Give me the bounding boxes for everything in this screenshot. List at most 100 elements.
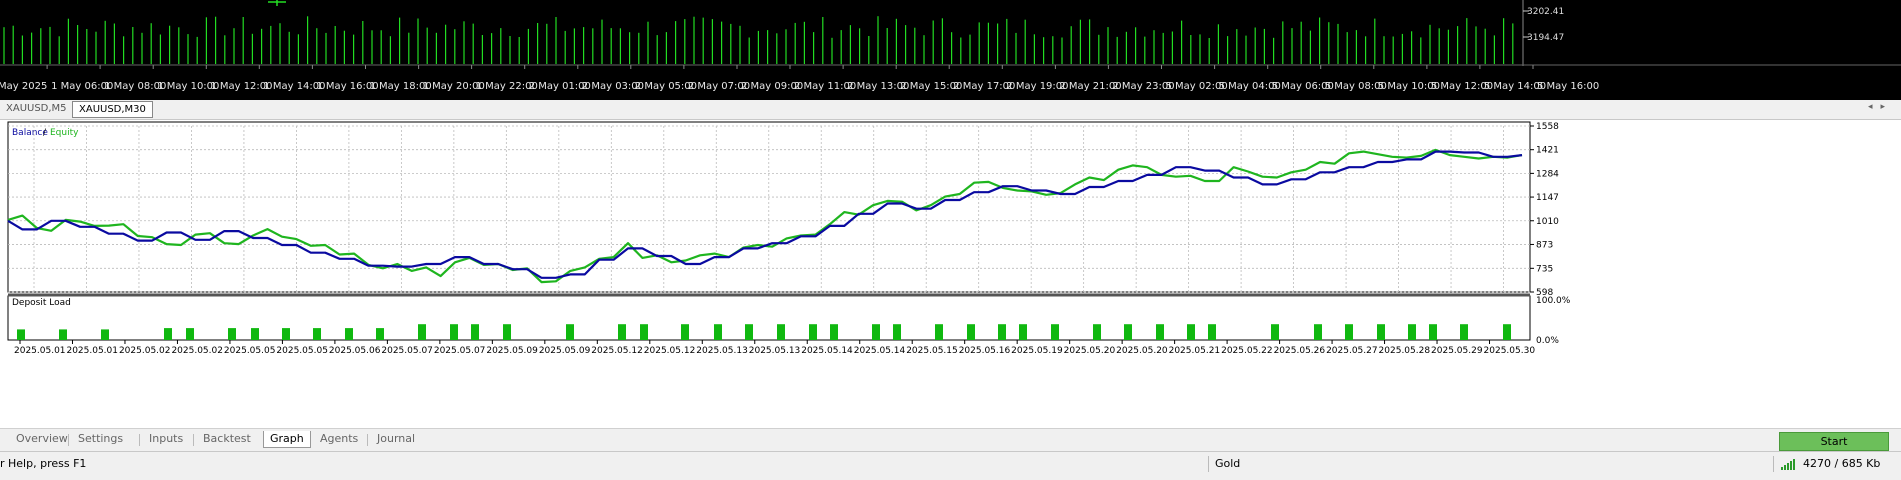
price-label: 3202.41 (1527, 7, 1564, 17)
status-divider (1208, 456, 1209, 472)
tab-backtest[interactable]: Backtest (197, 431, 257, 447)
tab-divider (193, 434, 194, 446)
deposit-load-label: Deposit Load (12, 298, 71, 308)
deposit-load-bar (1187, 324, 1195, 340)
price-chart-canvas: 3202.413194.47May 2025 1 May 06:001 May 0… (0, 0, 1901, 92)
date-label: 2025.05.26 (1274, 346, 1326, 356)
deposit-load-bar (1408, 324, 1416, 340)
date-label: 2025.05.09 (486, 346, 538, 356)
tab-divider (139, 434, 140, 446)
deposit-load-bar (1503, 324, 1511, 340)
deposit-load-bar (503, 324, 511, 340)
deposit-load-bar (101, 329, 109, 340)
status-symbol: Gold (1215, 457, 1241, 470)
deposit-load-bar (1460, 324, 1468, 340)
tab-divider (367, 434, 368, 446)
deposit-load-bar (1314, 324, 1322, 340)
deposit-load-bar (1051, 324, 1059, 340)
price-label: 3194.47 (1527, 33, 1564, 43)
legend-equity: Equity (50, 128, 79, 138)
y-tick-label: 1147 (1536, 193, 1559, 203)
date-label: 2025.05.20 (1064, 346, 1116, 356)
deposit-load-bar (967, 324, 975, 340)
y-tick-label: 1558 (1536, 122, 1559, 132)
deposit-load-bar (893, 324, 901, 340)
deposit-load-bar (935, 324, 943, 340)
y-tick-label: 735 (1536, 264, 1553, 274)
date-label: 2025.05.12 (591, 346, 643, 356)
deposit-load-bar (1377, 324, 1385, 340)
deposit-load-bar (1156, 324, 1164, 340)
date-label: 2025.05.15 (906, 346, 958, 356)
deposit-load-bar (17, 329, 25, 340)
deposit-load-bar (1093, 324, 1101, 340)
date-label: 2025.05.21 (1169, 346, 1221, 356)
deposit-load-bar (376, 328, 384, 340)
date-label: 2025.05.07 (434, 346, 486, 356)
status-help-text: r Help, press F1 (0, 457, 87, 470)
date-label: 2025.05.13 (696, 346, 748, 356)
deposit-load-bar (1019, 324, 1027, 340)
deposit-load-bar (830, 324, 838, 340)
y-tick-label: 1421 (1536, 146, 1559, 156)
status-bar: r Help, press F1 Gold 4270 / 685 Kb (0, 451, 1901, 480)
deposit-load-bar (186, 328, 194, 340)
price-chart-panel[interactable]: 3202.41 3194.47 May 2025 1 May 06:00 1 May 0… (0, 0, 1901, 100)
date-label: 2025.05.05 (224, 346, 276, 356)
tab-graph[interactable]: Graph (263, 431, 311, 448)
tab-inputs[interactable]: Inputs (143, 431, 189, 447)
date-label: 2025.05.29 (1431, 346, 1483, 356)
date-label: 2025.05.02 (171, 346, 223, 356)
deposit-load-bar (251, 328, 259, 340)
date-label: 2025.05.13 (749, 346, 801, 356)
deposit-load-bar (228, 328, 236, 340)
deposit-load-bar (1429, 324, 1437, 340)
date-label: 2025.05.01 (14, 346, 66, 356)
date-label: 2025.05.14 (854, 346, 906, 356)
date-label: 2025.05.16 (959, 346, 1011, 356)
tab-agents[interactable]: Agents (314, 431, 364, 447)
deposit-load-bar (418, 324, 426, 340)
status-traffic: 4270 / 685 Kb (1803, 457, 1881, 470)
date-label: 2025.05.05 (276, 346, 328, 356)
tester-graph-panel[interactable]: Balance / Equity Deposit Load 1558 1421 12… (0, 120, 1901, 428)
deposit-load-bar (714, 324, 722, 340)
deposit-load-bar (745, 324, 753, 340)
chart-tab-m5[interactable]: XAUUSD,M5 (0, 101, 73, 116)
start-button[interactable]: Start (1779, 432, 1889, 451)
chart-tab-scroll-arrows[interactable]: ◂▸ (1868, 102, 1893, 112)
y-tick-label: 873 (1536, 240, 1553, 250)
date-label: 2025.05.06 (329, 346, 381, 356)
deposit-load-bar (471, 324, 479, 340)
date-label: 2025.05.14 (801, 346, 853, 356)
date-label: 2025.05.28 (1379, 346, 1431, 356)
chart-tabs-bar: XAUUSD,M5 XAUUSD,M30 ◂▸ (0, 100, 1901, 120)
deposit-tick-label: 100.0% (1536, 296, 1571, 306)
deposit-load-bar (313, 328, 321, 340)
tab-settings[interactable]: Settings (72, 431, 129, 447)
date-label: 2025.05.01 (66, 346, 118, 356)
date-label: 2025.05.30 (1484, 346, 1536, 356)
date-label: 2025.05.12 (644, 346, 696, 356)
deposit-load-bar (777, 324, 785, 340)
date-label: 2025.05.09 (539, 346, 591, 356)
tab-overview[interactable]: Overview (10, 431, 74, 447)
deposit-load-bar (809, 324, 817, 340)
tester-graph-canvas: Balance / Equity Deposit Load 1558142112… (7, 121, 1571, 356)
deposit-panel-frame (7, 295, 1531, 341)
equity-line (7, 148, 1523, 284)
status-divider (1773, 456, 1774, 472)
deposit-load-bar (164, 328, 172, 340)
date-label: 2025.05.27 (1326, 346, 1378, 356)
signal-strength-icon (1781, 459, 1795, 470)
chart-tab-m30[interactable]: XAUUSD,M30 (72, 101, 153, 118)
date-label: 2025.05.20 (1116, 346, 1168, 356)
balance-line (7, 150, 1523, 279)
time-label: May 2025 (0, 81, 47, 92)
deposit-load-bar (59, 329, 67, 340)
deposit-load-bar (345, 328, 353, 340)
deposit-load-bar (282, 328, 290, 340)
deposit-load-bar (872, 324, 880, 340)
deposit-load-bar (681, 324, 689, 340)
tab-journal[interactable]: Journal (371, 431, 421, 447)
